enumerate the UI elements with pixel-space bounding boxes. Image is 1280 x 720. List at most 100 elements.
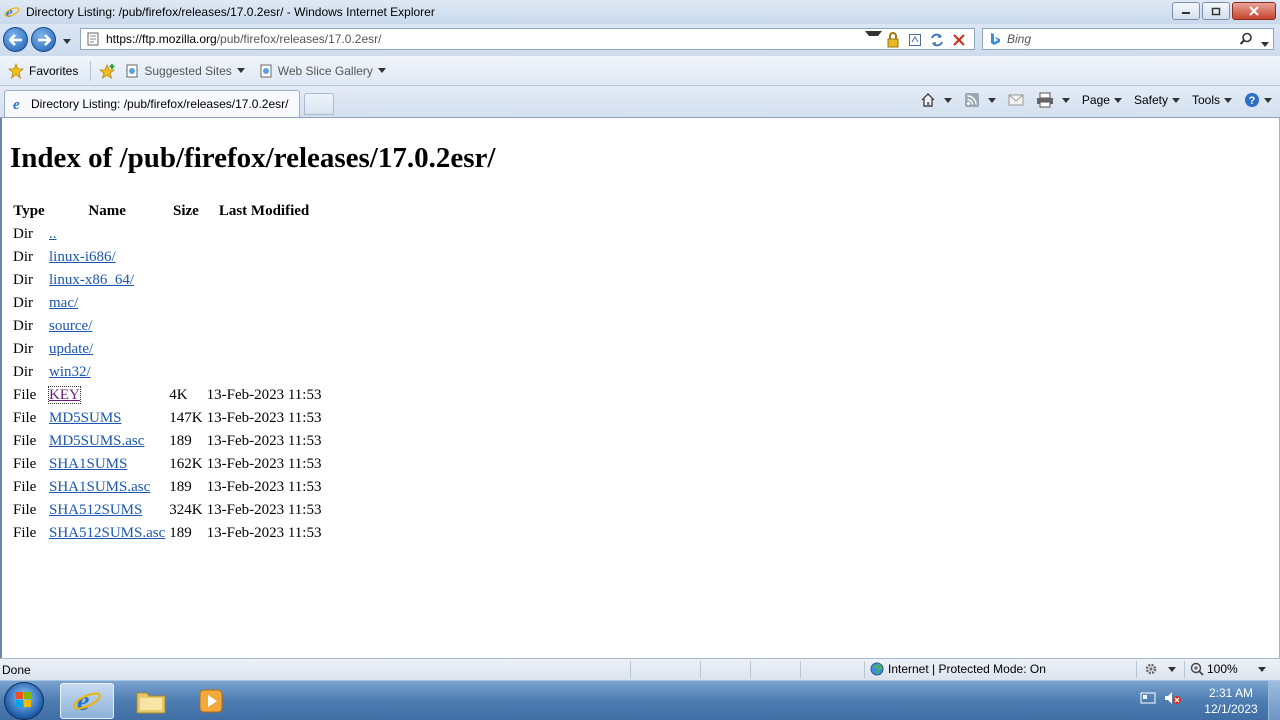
refresh-icon <box>931 33 943 47</box>
row-modified <box>206 223 323 246</box>
svg-text:e: e <box>13 97 20 112</box>
table-row: File SHA512SUMS.asc 189 13-Feb-2023 11:53 <box>12 522 322 545</box>
taskbar: e 2:31 AM 12/1/2023 <box>0 680 1280 720</box>
clock-time: 2:31 AM <box>1208 686 1254 700</box>
safety-menu[interactable]: Safety <box>1134 93 1180 107</box>
row-link[interactable]: source/ <box>49 318 92 334</box>
web-slice-gallery-link[interactable]: Web Slice Gallery <box>259 64 386 78</box>
compatibility-view-button[interactable] <box>904 31 926 49</box>
start-button[interactable] <box>4 682 44 720</box>
read-mail-button[interactable] <box>1008 94 1024 106</box>
add-to-favorites-bar-button[interactable] <box>99 63 117 79</box>
title-bar[interactable]: e Directory Listing: /pub/firefox/releas… <box>0 0 1280 24</box>
home-icon <box>921 93 935 107</box>
table-row: Dir linux-x86_64/ <box>12 269 322 292</box>
row-modified: 13-Feb-2023 11:53 <box>206 456 322 472</box>
chevron-down-icon <box>943 97 952 103</box>
row-link[interactable]: SHA512SUMS.asc <box>49 525 165 541</box>
print-button[interactable] <box>1036 92 1070 108</box>
row-link[interactable]: MD5SUMS.asc <box>49 433 144 449</box>
action-center-icon[interactable] <box>1140 691 1156 708</box>
favorites-label: Favorites <box>29 63 79 78</box>
taskbar-windows-explorer[interactable] <box>124 683 178 719</box>
taskbar-internet-explorer[interactable]: e <box>60 683 114 719</box>
status-divider <box>630 661 631 678</box>
security-lock-icon[interactable] <box>882 31 904 49</box>
chevron-down-icon <box>1257 666 1266 672</box>
media-player-icon <box>199 689 223 713</box>
row-link[interactable]: mac/ <box>49 295 78 311</box>
row-modified: 13-Feb-2023 11:53 <box>206 433 322 449</box>
row-link-focused[interactable]: KEY <box>48 386 81 404</box>
page-icon <box>260 64 272 77</box>
address-bar[interactable]: https://ftp.mozilla.org/pub/firefox/rele… <box>80 28 975 50</box>
status-divider <box>1136 661 1137 678</box>
table-header-row: Type Name Size Last Modified <box>12 200 322 223</box>
page-icon <box>86 32 100 46</box>
ie-logo-icon: e <box>73 686 101 716</box>
zoom-button[interactable]: 100% <box>1190 662 1266 676</box>
recent-pages-dropdown[interactable] <box>58 33 71 47</box>
row-modified <box>206 292 323 315</box>
row-modified: 13-Feb-2023 11:53 <box>206 410 322 426</box>
row-type: Dir <box>13 364 33 380</box>
chevron-down-icon <box>236 68 245 73</box>
row-link[interactable]: SHA1SUMS.asc <box>49 479 150 495</box>
row-link[interactable]: linux-x86_64/ <box>49 272 134 288</box>
status-bar: Done Internet | Protected Mode: On 100% <box>0 658 1280 680</box>
address-dropdown-button[interactable] <box>860 31 882 49</box>
maximize-button[interactable] <box>1202 2 1230 20</box>
close-button[interactable] <box>1232 2 1276 20</box>
row-modified: 13-Feb-2023 11:53 <box>206 502 322 518</box>
row-size <box>168 338 203 361</box>
row-type: Dir <box>13 341 33 357</box>
favorites-button[interactable]: Favorites <box>8 62 79 79</box>
tab-row: e Directory Listing: /pub/firefox/releas… <box>0 86 1280 118</box>
search-box[interactable]: Bing <box>982 28 1274 50</box>
clock[interactable]: 2:31 AM 12/1/2023 <box>1196 685 1266 717</box>
taskbar-media-player[interactable] <box>184 683 238 719</box>
status-text: Done <box>2 663 31 677</box>
status-divider <box>800 661 801 678</box>
protected-mode-button[interactable] <box>1144 662 1176 676</box>
new-tab-button[interactable] <box>304 93 334 115</box>
suggested-sites-link[interactable]: Suggested Sites <box>125 63 245 78</box>
row-link[interactable]: SHA512SUMS <box>49 502 142 518</box>
row-link[interactable]: update/ <box>49 341 93 357</box>
stop-button[interactable] <box>948 31 970 49</box>
search-icon[interactable] <box>1239 32 1253 49</box>
back-button[interactable] <box>3 27 28 52</box>
page-menu[interactable]: Page <box>1082 93 1122 107</box>
home-button[interactable] <box>920 92 952 108</box>
row-size <box>168 269 203 292</box>
row-type: Dir <box>13 318 33 334</box>
tools-menu[interactable]: Tools <box>1192 93 1232 107</box>
tab-directory-listing[interactable]: e Directory Listing: /pub/firefox/releas… <box>4 90 300 117</box>
help-menu[interactable]: ? <box>1244 92 1272 108</box>
row-link[interactable]: MD5SUMS <box>49 410 122 426</box>
tools-menu-label: Tools <box>1191 93 1220 107</box>
chevron-down-icon <box>1168 666 1176 672</box>
chevron-down-icon <box>1264 97 1272 103</box>
row-link[interactable]: SHA1SUMS <box>49 456 127 472</box>
chevron-down-icon <box>1261 42 1269 47</box>
row-modified <box>206 361 323 384</box>
suggested-sites-label: Suggested Sites <box>144 63 232 78</box>
search-options-dropdown[interactable] <box>1256 36 1269 50</box>
table-row: File MD5SUMS.asc 189 13-Feb-2023 11:53 <box>12 430 322 453</box>
feeds-button[interactable] <box>964 92 996 108</box>
forward-button[interactable] <box>31 27 56 52</box>
favorites-divider <box>90 60 92 81</box>
row-size <box>168 246 203 269</box>
parent-directory-link[interactable]: .. <box>49 226 57 242</box>
row-link[interactable]: win32/ <box>49 364 91 380</box>
security-zone[interactable]: Internet | Protected Mode: On <box>870 662 1046 676</box>
row-type: File <box>13 410 37 426</box>
row-link[interactable]: linux-i686/ <box>49 249 116 265</box>
show-desktop-button[interactable] <box>1268 681 1280 720</box>
minimize-button[interactable] <box>1172 2 1200 20</box>
volume-muted-icon[interactable] <box>1164 691 1182 708</box>
refresh-button[interactable] <box>926 31 948 49</box>
url-host: https://ftp.mozilla.org <box>106 32 217 46</box>
system-tray <box>1140 691 1190 708</box>
